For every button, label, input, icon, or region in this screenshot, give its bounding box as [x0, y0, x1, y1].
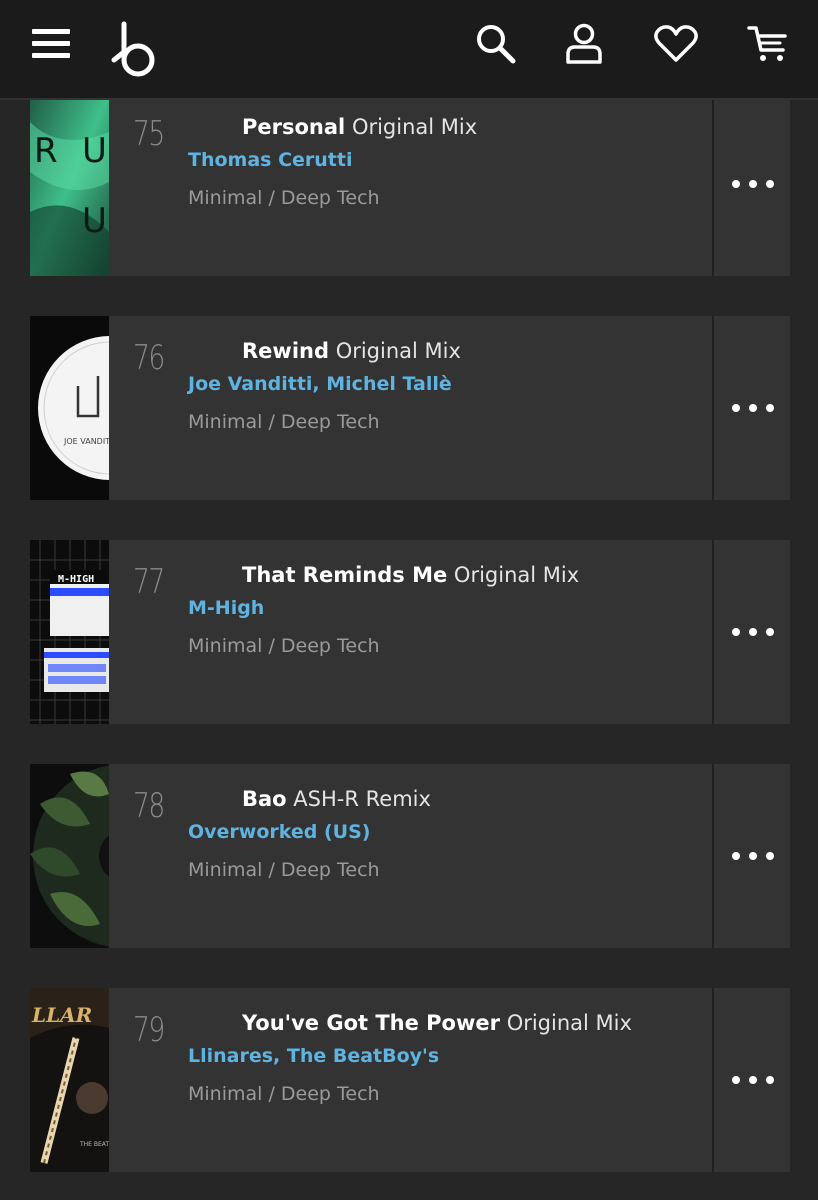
track-mix: ASH-R Remix — [293, 787, 431, 811]
more-options-icon — [732, 404, 774, 412]
more-options-icon — [732, 1076, 774, 1084]
track-number: 79 — [133, 1010, 165, 1050]
track-row[interactable]: M-HIGH 77 That Reminds Me Original Mix M… — [30, 540, 790, 724]
track-number: 78 — [133, 786, 165, 826]
artwork-image — [30, 764, 109, 948]
user-icon[interactable] — [563, 22, 605, 66]
more-options-button[interactable] — [712, 316, 792, 500]
track-title-line[interactable]: That Reminds Me Original Mix — [242, 563, 579, 587]
track-artist[interactable]: Llinares, The BeatBoy's — [188, 1045, 439, 1067]
track-info: 79 You've Got The Power Original Mix Lli… — [109, 988, 711, 1172]
track-number: 75 — [133, 114, 165, 154]
search-icon[interactable] — [474, 22, 518, 66]
svg-text:R: R — [34, 131, 58, 171]
more-options-icon — [732, 180, 774, 188]
hamburger-menu-icon[interactable] — [30, 26, 72, 62]
heart-icon[interactable] — [653, 24, 699, 64]
svg-text:U: U — [82, 201, 107, 241]
track-number: 76 — [133, 338, 165, 378]
track-artwork[interactable]: JOE VANDITT — [30, 316, 109, 500]
track-title[interactable]: That Reminds Me — [242, 563, 447, 587]
track-info: 75 Personal Original Mix Thomas Cerutti … — [109, 92, 711, 276]
more-options-icon — [732, 628, 774, 636]
artwork-image: JOE VANDITT — [30, 316, 109, 500]
track-genre[interactable]: Minimal / Deep Tech — [188, 635, 380, 657]
track-row[interactable]: 78 Bao ASH-R Remix Overworked (US) Minim… — [30, 764, 790, 948]
track-mix: Original Mix — [453, 563, 580, 587]
track-row[interactable]: R U U 75 Personal Original Mix Thomas Ce… — [30, 92, 790, 276]
more-options-button[interactable] — [712, 988, 792, 1172]
artwork-image: LLAR THE BEAT — [30, 988, 109, 1172]
svg-text:LLAR: LLAR — [31, 1003, 92, 1027]
track-artist[interactable]: Joe Vanditti, Michel Tallè — [188, 373, 452, 395]
track-mix: Original Mix — [506, 1011, 632, 1035]
svg-text:THE BEAT: THE BEAT — [79, 1141, 109, 1148]
track-row[interactable]: LLAR THE BEAT 79 You've Got The Power Or… — [30, 988, 790, 1172]
track-title[interactable]: Rewind — [242, 339, 329, 363]
artwork-image: R U U — [30, 92, 109, 276]
track-artist[interactable]: M-High — [188, 597, 264, 619]
track-title[interactable]: You've Got The Power — [242, 1011, 500, 1035]
track-title-line[interactable]: Personal Original Mix — [242, 115, 477, 139]
track-artwork[interactable] — [30, 764, 109, 948]
beatport-logo-icon[interactable] — [110, 20, 160, 80]
track-artist[interactable]: Overworked (US) — [188, 821, 370, 843]
track-title[interactable]: Bao — [242, 787, 287, 811]
track-title-line[interactable]: You've Got The Power Original Mix — [242, 1011, 632, 1035]
more-options-button[interactable] — [712, 764, 792, 948]
track-artwork[interactable]: M-HIGH — [30, 540, 109, 724]
track-genre[interactable]: Minimal / Deep Tech — [188, 187, 380, 209]
track-artist[interactable]: Thomas Cerutti — [188, 149, 353, 171]
track-info: 78 Bao ASH-R Remix Overworked (US) Minim… — [109, 764, 711, 948]
track-genre[interactable]: Minimal / Deep Tech — [188, 1083, 380, 1105]
top-navigation-bar — [0, 0, 818, 100]
track-genre[interactable]: Minimal / Deep Tech — [188, 859, 380, 881]
artwork-image: M-HIGH — [30, 540, 109, 724]
track-title-line[interactable]: Bao ASH-R Remix — [242, 787, 431, 811]
track-row[interactable]: JOE VANDITT 76 Rewind Original Mix Joe V… — [30, 316, 790, 500]
more-options-button[interactable] — [712, 540, 792, 724]
track-title[interactable]: Personal — [242, 115, 345, 139]
track-number: 77 — [133, 562, 165, 602]
cart-icon[interactable] — [747, 24, 789, 66]
more-options-icon — [732, 852, 774, 860]
track-mix: Original Mix — [335, 339, 461, 363]
track-mix: Original Mix — [351, 115, 478, 139]
track-info: 77 That Reminds Me Original Mix M-High M… — [109, 540, 711, 724]
svg-text:M-HIGH: M-HIGH — [58, 574, 94, 585]
track-genre[interactable]: Minimal / Deep Tech — [188, 411, 380, 433]
track-artwork[interactable]: R U U — [30, 92, 109, 276]
track-title-line[interactable]: Rewind Original Mix — [242, 339, 461, 363]
svg-text:JOE VANDITT: JOE VANDITT — [63, 437, 109, 446]
svg-text:U: U — [82, 131, 107, 171]
more-options-button[interactable] — [712, 92, 792, 276]
track-info: 76 Rewind Original Mix Joe Vanditti, Mic… — [109, 316, 711, 500]
track-artwork[interactable]: LLAR THE BEAT — [30, 988, 109, 1172]
